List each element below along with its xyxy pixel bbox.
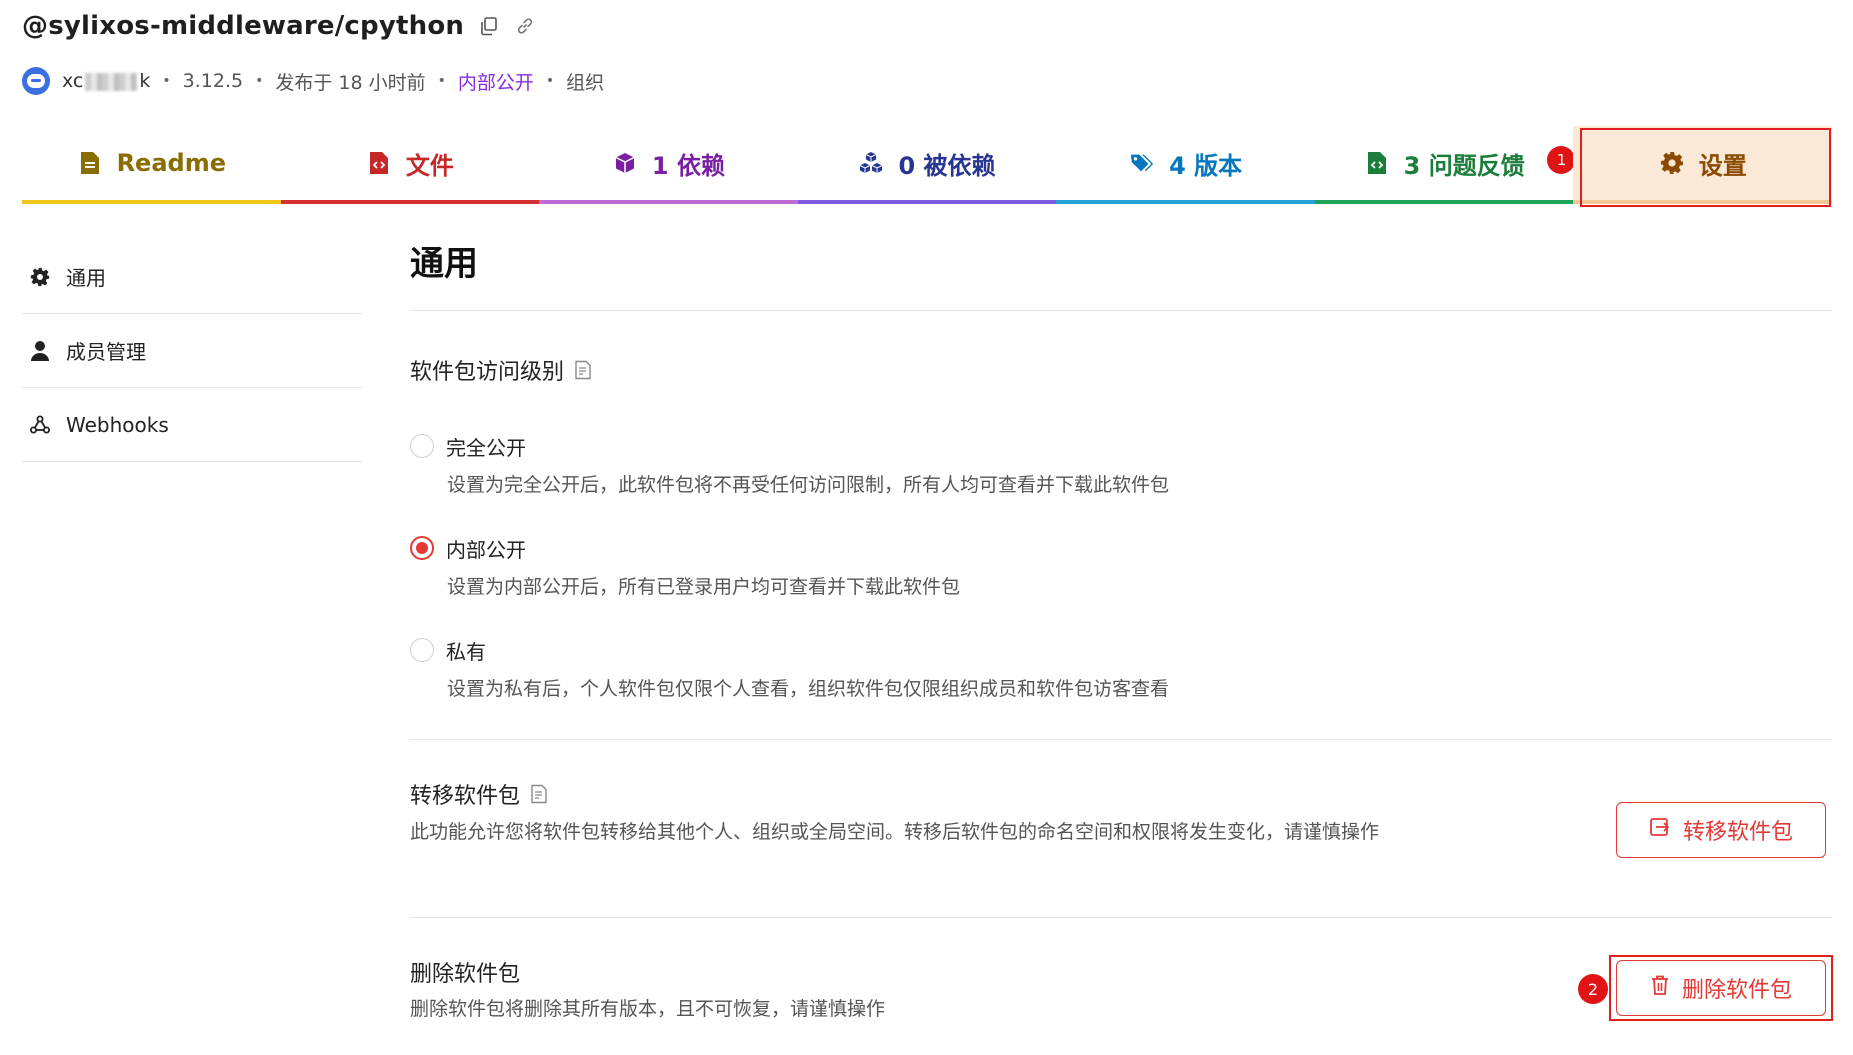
sidebar-item-webhooks[interactable]: Webhooks xyxy=(22,388,362,462)
code-file-icon xyxy=(366,150,392,176)
sidebar-item-general[interactable]: 通用 xyxy=(22,240,362,314)
radio-description: 设置为内部公开后，所有已登录用户均可查看并下载此软件包 xyxy=(447,576,961,598)
issue-file-icon xyxy=(1364,150,1390,176)
doc-hint-icon[interactable] xyxy=(574,360,592,380)
tab-files[interactable]: 文件 xyxy=(280,126,540,204)
separator: • xyxy=(437,73,446,89)
tab-versions[interactable]: 4 版本 xyxy=(1056,126,1315,204)
tab-dependencies[interactable]: 1 依赖 xyxy=(539,126,798,204)
sidebar-item-label: 成员管理 xyxy=(66,340,146,364)
annotation-badge-2: 2 xyxy=(1578,974,1608,1004)
separator: • xyxy=(545,73,555,89)
package-name: @sylixos-middleware/cpython xyxy=(22,11,465,41)
package-title-row: @sylixos-middleware/cpython xyxy=(22,8,536,44)
tab-label: 3 问题反馈 xyxy=(1403,151,1525,180)
cubes-icon xyxy=(858,150,884,176)
radio-description: 设置为完全公开后，此软件包将不再受任何访问限制，所有人均可查看并下载此软件包 xyxy=(447,474,1170,496)
annotation-badge-1: 1 xyxy=(1547,146,1576,174)
redacted-username xyxy=(85,72,138,91)
access-level-title: 软件包访问级别 xyxy=(410,360,565,385)
radio-public[interactable] xyxy=(410,434,434,458)
separator: • xyxy=(162,73,171,89)
sidebar-item-label: 通用 xyxy=(66,266,106,290)
sidebar-item-label: Webhooks xyxy=(66,412,169,437)
page-title: 通用 xyxy=(410,244,478,284)
radio-label: 完全公开 xyxy=(446,435,526,460)
access-level-heading: 软件包访问级别 xyxy=(410,352,592,388)
tab-readme[interactable]: Readme xyxy=(22,126,281,204)
settings-main: 通用 xyxy=(410,236,1832,292)
package-meta: xc k • 3.12.5 • 发布于 18 小时前 • 内部公开 • 组织 xyxy=(22,66,604,96)
owner-type: 组织 xyxy=(566,71,605,94)
transfer-icon xyxy=(1649,816,1671,844)
trash-icon xyxy=(1650,974,1670,1002)
radio-private[interactable] xyxy=(410,638,434,662)
settings-sidebar: 通用 成员管理 Webhooks xyxy=(22,240,362,462)
doc-hint-icon[interactable] xyxy=(530,784,548,804)
tab-issues[interactable]: 3 问题反馈 1 xyxy=(1314,126,1576,204)
cube-icon xyxy=(612,150,638,176)
transfer-package-button[interactable]: 转移软件包 xyxy=(1616,802,1826,858)
package-tabs: Readme 文件 1 依赖 0 被依赖 4 版本 3 问题反馈 1 设置 xyxy=(22,126,1833,204)
transfer-description: 此功能允许您将软件包转移给其他个人、组织或全局空间。转移后软件包的命名空间和权限… xyxy=(410,821,1380,843)
gear-icon xyxy=(1659,150,1685,176)
radio-option-public[interactable]: 完全公开 xyxy=(410,431,526,461)
readme-file-icon xyxy=(77,150,103,176)
radio-label: 内部公开 xyxy=(446,537,526,562)
tab-label: 4 版本 xyxy=(1169,151,1243,180)
gear-icon xyxy=(28,265,52,289)
delete-title: 删除软件包 xyxy=(410,962,521,987)
delete-description: 删除软件包将删除其所有版本，且不可恢复，请谨慎操作 xyxy=(410,998,886,1020)
button-label: 删除软件包 xyxy=(1681,978,1792,1003)
radio-label: 私有 xyxy=(446,639,486,664)
published-time: 发布于 18 小时前 xyxy=(275,71,426,94)
radio-description: 设置为私有后，个人软件包仅限个人查看，组织软件包仅限组织成员和软件包访客查看 xyxy=(447,678,1170,700)
copy-icon[interactable] xyxy=(478,15,500,37)
divider xyxy=(410,739,1832,740)
version-label: 3.12.5 xyxy=(182,70,244,92)
tab-label: 文件 xyxy=(405,151,454,180)
divider xyxy=(410,310,1832,311)
user-icon xyxy=(28,339,52,363)
tags-icon xyxy=(1129,150,1155,176)
tab-label: 1 依赖 xyxy=(651,151,725,180)
tab-label: Readme xyxy=(116,149,226,177)
delete-heading: 删除软件包 xyxy=(410,954,520,990)
tab-dependents[interactable]: 0 被依赖 xyxy=(797,126,1057,204)
radio-internal[interactable] xyxy=(410,536,434,560)
tab-label: 设置 xyxy=(1698,151,1747,180)
radio-option-internal[interactable]: 内部公开 xyxy=(410,533,526,563)
divider xyxy=(410,917,1832,918)
separator: • xyxy=(255,73,264,89)
tab-settings[interactable]: 设置 xyxy=(1573,126,1833,204)
delete-package-button[interactable]: 删除软件包 xyxy=(1616,960,1826,1016)
tab-label: 0 被依赖 xyxy=(898,151,996,180)
visibility-label: 内部公开 xyxy=(457,71,534,94)
transfer-title: 转移软件包 xyxy=(410,784,521,809)
transfer-heading: 转移软件包 xyxy=(410,776,548,812)
sidebar-item-members[interactable]: 成员管理 xyxy=(22,314,362,388)
button-label: 转移软件包 xyxy=(1682,820,1793,845)
webhook-icon xyxy=(28,413,52,437)
publisher-name[interactable]: xc k xyxy=(62,70,150,92)
avatar[interactable] xyxy=(22,67,50,95)
radio-option-private[interactable]: 私有 xyxy=(410,635,486,665)
link-icon[interactable] xyxy=(514,15,536,37)
